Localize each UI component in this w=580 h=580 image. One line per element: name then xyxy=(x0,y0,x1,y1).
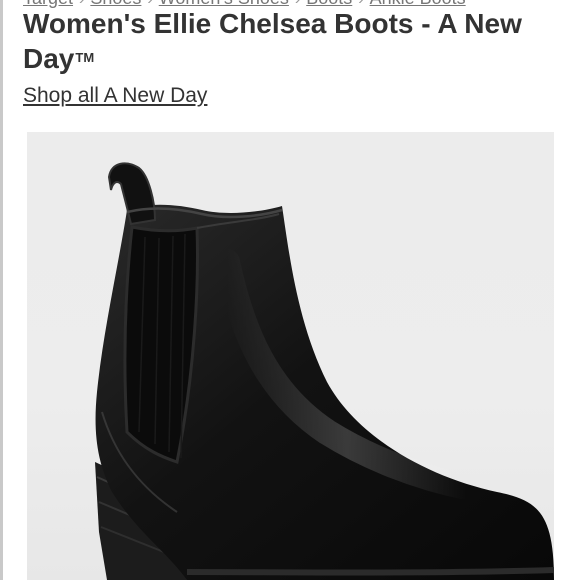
boot-pull-tab xyxy=(107,162,157,226)
product-title: Women's Ellie Chelsea Boots - A New DayT… xyxy=(23,7,563,76)
boot-illustration xyxy=(95,162,554,580)
product-image[interactable] xyxy=(27,132,554,580)
product-title-text: Women's Ellie Chelsea Boots - A New Day xyxy=(23,8,522,74)
shop-brand-link[interactable]: Shop all A New Day xyxy=(23,84,207,108)
trademark-symbol: TM xyxy=(75,50,95,65)
page-edge xyxy=(0,0,3,580)
